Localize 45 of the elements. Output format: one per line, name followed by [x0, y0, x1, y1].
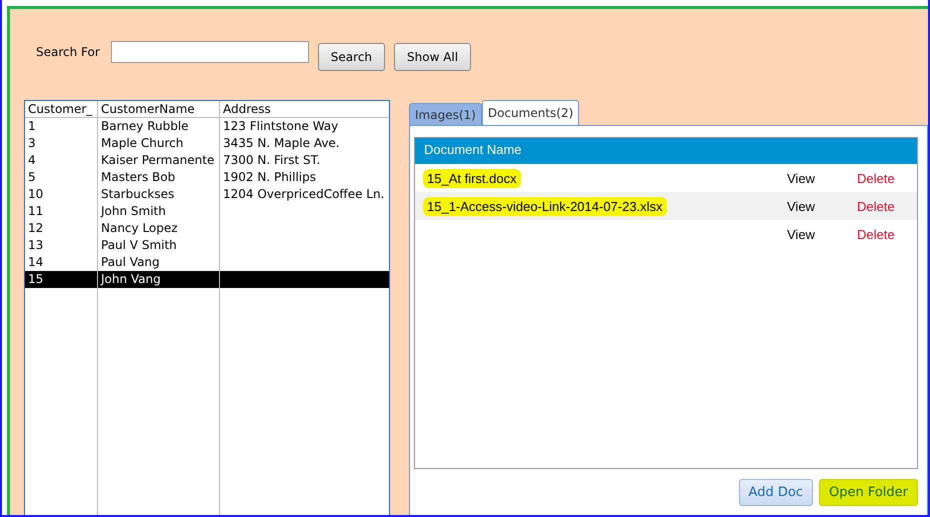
table-cell[interactable]: 4 — [25, 152, 97, 169]
document-name: 15_At first.docx — [423, 168, 521, 188]
view-link[interactable]: View — [787, 170, 815, 186]
document-name: 15_1-Access-video-Link-2014-07-23.xlsx — [423, 196, 667, 216]
table-cell[interactable]: 3435 N. Maple Ave. — [219, 135, 389, 152]
view-link[interactable]: View — [787, 226, 815, 242]
delete-link[interactable]: Delete — [857, 170, 895, 186]
table-cell[interactable]: 7300 N. First ST. — [219, 152, 389, 169]
show-all-button[interactable]: Show All — [394, 43, 472, 71]
tab[interactable]: Images(1) — [409, 103, 482, 125]
tab[interactable]: Documents(2) — [482, 100, 580, 125]
delete-link[interactable]: Delete — [857, 198, 895, 214]
table-cell[interactable]: Starbuckses — [97, 186, 219, 203]
table-cell[interactable]: Masters Bob — [97, 169, 219, 186]
table-cell[interactable]: 14 — [25, 254, 97, 271]
table-cell[interactable]: Barney Rubble — [97, 118, 219, 135]
column-header[interactable]: Customer_ — [25, 101, 97, 118]
table-cell[interactable]: John Smith — [97, 203, 219, 220]
add-doc-button[interactable]: Add Doc — [738, 479, 813, 506]
table-cell[interactable]: 123 Flintstone Way — [219, 118, 389, 135]
table-cell[interactable]: Nancy Lopez — [97, 220, 219, 237]
table-cell[interactable]: 15 — [25, 271, 97, 288]
table-cell[interactable]: Maple Church — [97, 135, 219, 152]
open-folder-button[interactable]: Open Folder — [818, 479, 918, 506]
table-cell[interactable]: Paul V Smith — [97, 237, 219, 254]
table-cell[interactable]: 11 — [25, 203, 97, 220]
table-cell[interactable]: 1902 N. Phillips — [219, 169, 389, 186]
table-cell[interactable]: 12 — [25, 220, 97, 237]
search-button[interactable]: Search — [318, 43, 386, 71]
table-cell[interactable]: 5 — [25, 169, 97, 186]
table-cell[interactable]: 13 — [25, 237, 97, 254]
table-cell[interactable]: Kaiser Permanente — [97, 152, 219, 169]
column-header[interactable]: CustomerName — [97, 101, 219, 118]
delete-link[interactable]: Delete — [857, 226, 895, 242]
table-cell[interactable]: 1204 OverpricedCoffee Ln. — [219, 186, 389, 203]
table-cell[interactable]: 10 — [25, 186, 97, 203]
table-cell[interactable]: 3 — [25, 135, 97, 152]
table-cell[interactable] — [219, 271, 389, 288]
table-cell[interactable]: 1 — [25, 118, 97, 135]
column-header: Document Name — [415, 138, 917, 164]
search-field[interactable] — [110, 41, 309, 63]
table-cell[interactable]: John Vang — [97, 271, 219, 288]
view-link[interactable]: View — [787, 198, 815, 214]
search-label: Search For — [36, 45, 100, 59]
column-header[interactable]: Address — [219, 101, 389, 118]
